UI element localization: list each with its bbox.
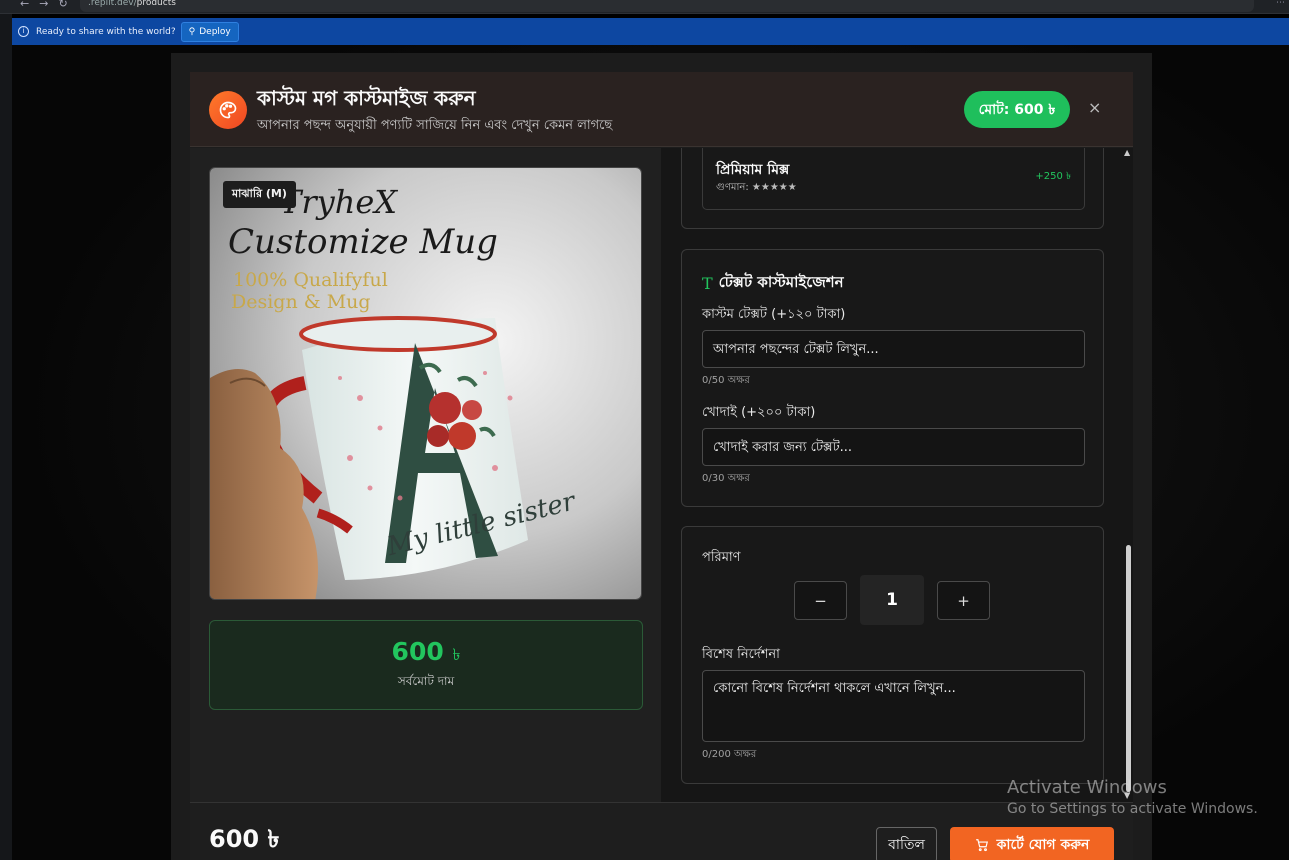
- material-option-premium-mix[interactable]: প্রিমিয়াম মিক্স গুণমান: ★★★★★ +250 ৳: [702, 148, 1085, 210]
- image-text-brand: TryheX: [280, 183, 398, 221]
- quantity-card: পরিমাণ − 1 + বিশেষ নির্দেশনা কোনো বিশেষ …: [681, 526, 1104, 784]
- custom-text-count: 0/50 অক্ষর: [702, 375, 750, 386]
- address-bar[interactable]: .replit.dev/products: [80, 0, 1254, 12]
- modal-subtitle: আপনার পছন্দ অনুযায়ী পণ্যটি সাজিয়ে নিন …: [257, 118, 613, 133]
- notes-label: বিশেষ নির্দেশনা: [702, 647, 780, 662]
- image-text-quality: 100% Qualifyful: [233, 269, 388, 291]
- text-section-title: T টেক্সট কাস্টমাইজেশন: [702, 271, 844, 296]
- browser-nav: ← → ↻: [20, 0, 68, 10]
- options-scrollbar[interactable]: ▲ ▼: [1124, 148, 1133, 802]
- notes-count: 0/200 অক্ষর: [702, 749, 757, 760]
- total-price-card: 600 ৳ সর্বমোট দাম: [209, 620, 643, 710]
- back-icon[interactable]: ←: [20, 0, 29, 10]
- close-icon[interactable]: ×: [1088, 98, 1101, 117]
- url-prefix: .replit.dev/: [88, 0, 137, 8]
- text-type-icon: T: [702, 274, 713, 293]
- deploy-button-label: Deploy: [199, 26, 231, 37]
- quantity-decrement-button[interactable]: −: [794, 581, 847, 620]
- editor-left-strip: [0, 14, 12, 860]
- modal-footer: 600 ৳ বাতিল কার্টে যোগ করুন: [190, 802, 1133, 860]
- palette-icon: [209, 91, 247, 129]
- size-badge: মাঝারি (M): [223, 181, 296, 208]
- footer-total: 600 ৳: [209, 825, 280, 853]
- cart-icon: [975, 839, 988, 852]
- scroll-down-icon[interactable]: ▼: [1124, 791, 1130, 800]
- scrollbar-thumb[interactable]: [1126, 545, 1131, 792]
- cancel-button[interactable]: বাতিল: [876, 827, 937, 860]
- deploy-banner: i Ready to share with the world? ⚲ Deplo…: [12, 18, 1289, 45]
- engrave-label: খোদাই (+২০০ টাকা): [702, 405, 816, 420]
- text-customization-card: T টেক্সট কাস্টমাইজেশন কাস্টম টেক্সট (+১২…: [681, 249, 1104, 507]
- quality-label: গুণমান:: [716, 182, 749, 193]
- reload-icon[interactable]: ↻: [58, 0, 67, 10]
- rocket-icon: ⚲: [188, 26, 196, 37]
- deploy-button[interactable]: ⚲ Deploy: [180, 21, 239, 42]
- url-path: products: [136, 0, 176, 8]
- browser-menu-icon[interactable]: ⋯: [1276, 0, 1285, 8]
- price-currency: ৳: [452, 645, 461, 664]
- option-price: +250 ৳: [1035, 171, 1071, 182]
- total-price-value: 600 ৳: [210, 637, 642, 669]
- material-card: প্রিমিয়াম মিক্স গুণমান: ★★★★★ +250 ৳: [681, 148, 1104, 229]
- notes-textarea[interactable]: কোনো বিশেষ নির্দেশনা থাকলে এখানে লিখুন..…: [702, 670, 1085, 742]
- info-icon: i: [18, 26, 29, 37]
- modal-title: কাস্টম মগ কাস্টমাইজ করুন: [257, 86, 476, 110]
- total-price-badge: মোট: 600 ৳: [964, 91, 1070, 128]
- preview-panel: TryheX Customize Mug 100% Qualifyful Des…: [190, 148, 661, 802]
- star-icons: ★★★★★: [751, 182, 797, 193]
- custom-text-input[interactable]: আপনার পছন্দের টেক্সট লিখুন...: [702, 330, 1085, 368]
- modal-header: কাস্টম মগ কাস্টমাইজ করুন আপনার পছন্দ অনু…: [190, 72, 1133, 147]
- image-text-headline: Customize Mug: [228, 222, 498, 262]
- text-section-title-label: টেক্সট কাস্টমাইজেশন: [718, 273, 844, 291]
- mug-preview-image: TryheX Customize Mug 100% Qualifyful Des…: [209, 167, 642, 600]
- quantity-increment-button[interactable]: +: [937, 581, 990, 620]
- image-text-design: Design & Mug: [231, 291, 371, 313]
- price-amount: 600: [391, 637, 444, 666]
- deploy-message: Ready to share with the world?: [36, 26, 176, 37]
- quantity-value[interactable]: 1: [860, 575, 924, 625]
- total-price-label: সর্বমোট দাম: [397, 674, 455, 688]
- browser-toolbar: ← → ↻ .replit.dev/products ⋯: [0, 0, 1289, 14]
- add-to-cart-button[interactable]: কার্টে যোগ করুন: [950, 827, 1114, 860]
- scroll-up-icon[interactable]: ▲: [1124, 148, 1130, 157]
- engrave-count: 0/30 অক্ষর: [702, 473, 750, 484]
- forward-icon[interactable]: →: [39, 0, 48, 10]
- custom-text-label: কাস্টম টেক্সট (+১২০ টাকা): [702, 307, 846, 322]
- option-name: প্রিমিয়াম মিক্স: [716, 162, 790, 178]
- engrave-input[interactable]: খোদাই করার জন্য টেক্সট...: [702, 428, 1085, 466]
- options-panel: প্রিমিয়াম মিক্স গুণমান: ★★★★★ +250 ৳ T …: [661, 148, 1133, 802]
- quantity-label: পরিমাণ: [702, 550, 741, 565]
- option-quality: গুণমান: ★★★★★: [716, 180, 797, 197]
- add-to-cart-label: কার্টে যোগ করুন: [996, 837, 1090, 853]
